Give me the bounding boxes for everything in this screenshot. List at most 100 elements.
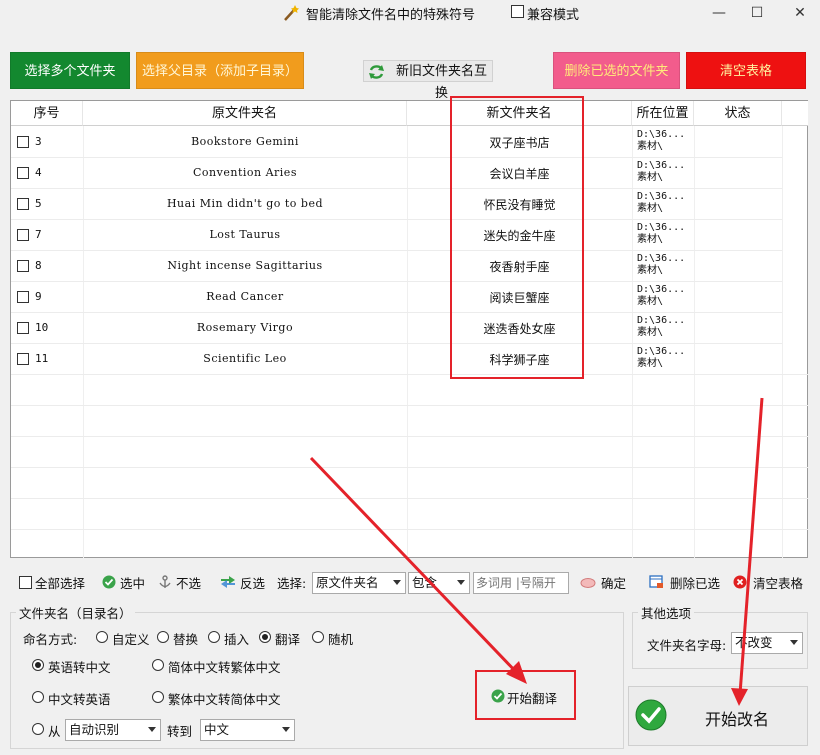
letter-case-value: 不改变 [735, 635, 773, 650]
en-to-zh-label: 英语转中文 [48, 660, 111, 675]
keyword-input[interactable] [473, 572, 569, 594]
row-status [694, 158, 782, 189]
row-status [694, 220, 782, 251]
row-location-line1: D:\36... [637, 160, 686, 171]
grid-line [11, 498, 808, 499]
compat-mode-checkbox[interactable] [511, 5, 524, 18]
chevron-down-icon [393, 580, 401, 585]
row-location: D:\36... 素材\ [637, 222, 685, 246]
mode-random-radio[interactable] [312, 631, 324, 643]
clear-table-button[interactable]: 清空表格 [686, 52, 806, 89]
row-location-line2: 素材\ [637, 265, 664, 276]
row-location-line2: 素材\ [637, 358, 664, 369]
to-label: 转到 [167, 724, 193, 739]
clear-table-bottom-button[interactable]: 清空表格 [753, 573, 803, 592]
folder-table[interactable]: 序号 原文件夹名 新文件夹名 所在位置 状态 3 Bookstore Gemini… [10, 100, 808, 558]
field-select-value: 原文件夹名 [316, 575, 379, 590]
deselect-button[interactable]: 不选 [176, 573, 201, 592]
row-checkbox[interactable] [17, 322, 29, 334]
row-location: D:\36... 素材\ [637, 315, 685, 339]
field-select[interactable]: 原文件夹名 [312, 572, 406, 594]
table-row[interactable]: 5 Huai Min didn't go to bed 怀民没有睡觉 D:\36...… [11, 189, 782, 220]
mode-replace-radio[interactable] [157, 631, 169, 643]
row-status [694, 313, 782, 344]
mode-translate-label: 翻译 [275, 632, 301, 647]
delete-selected-button[interactable]: 删除已选 [670, 573, 720, 592]
row-checkbox[interactable] [17, 136, 29, 148]
invert-button[interactable]: 反选 [240, 573, 265, 592]
maximize-button[interactable]: ☐ [742, 2, 772, 24]
row-location-line1: D:\36... [637, 284, 686, 295]
table-row[interactable]: 3 Bookstore Gemini 双子座书店 D:\36... 素材\ [11, 127, 782, 158]
table-row[interactable]: 10 Rosemary Virgo 迷迭香处女座 D:\36... 素材\ [11, 313, 782, 344]
letter-case-select[interactable]: 不改变 [731, 632, 803, 654]
close-button[interactable]: ✕ [785, 2, 815, 24]
chevron-down-icon [790, 640, 798, 645]
row-index: 8 [35, 259, 42, 272]
mode-insert-radio[interactable] [208, 631, 220, 643]
row-status [694, 282, 782, 313]
row-checkbox[interactable] [17, 198, 29, 210]
row-location-line1: D:\36... [637, 346, 686, 357]
naming-group-title: 文件夹名（目录名） [16, 603, 135, 622]
row-index: 7 [35, 228, 42, 241]
delete-selected-folders-button[interactable]: 删除已选的文件夹 [553, 52, 680, 89]
start-translate-button[interactable]: 开始翻译 [486, 684, 566, 708]
chevron-down-icon [282, 727, 290, 732]
row-index: 4 [35, 166, 42, 179]
col-header-status[interactable]: 状态 [694, 101, 782, 126]
table-row[interactable]: 4 Convention Aries 会议白羊座 D:\36... 素材\ [11, 158, 782, 189]
start-rename-button[interactable]: 开始改名 [628, 686, 808, 746]
en-to-zh-radio[interactable] [32, 659, 44, 671]
mode-random-label: 随机 [328, 632, 354, 647]
table-row[interactable]: 8 Night incense Sagittarius 夜香射手座 D:\36... 素… [11, 251, 782, 282]
row-checkbox[interactable] [17, 291, 29, 303]
mode-translate-radio[interactable] [259, 631, 271, 643]
mode-custom-radio[interactable] [96, 631, 108, 643]
row-checkbox[interactable] [17, 353, 29, 365]
chevron-down-icon [457, 580, 465, 585]
row-location-line1: D:\36... [637, 253, 686, 264]
col-header-original-name[interactable]: 原文件夹名 [83, 101, 407, 126]
swap-names-button[interactable]: 新旧文件夹名互换 [363, 60, 493, 101]
row-location: D:\36... 素材\ [637, 284, 685, 308]
chevron-down-icon [148, 727, 156, 732]
col-header-filler [782, 101, 808, 126]
table-row[interactable]: 11 Scientific Leo 科学狮子座 D:\36... 素材\ [11, 344, 782, 375]
row-checkbox[interactable] [17, 167, 29, 179]
col-header-index[interactable]: 序号 [11, 101, 83, 126]
row-location-line1: D:\36... [637, 191, 686, 202]
to-language-value: 中文 [204, 722, 230, 737]
confirm-button[interactable]: 确定 [601, 573, 626, 592]
table-row[interactable]: 9 Read Cancer 阅读巨蟹座 D:\36... 素材\ [11, 282, 782, 313]
mode-custom-label: 自定义 [112, 632, 150, 647]
match-select[interactable]: 包含 [408, 572, 470, 594]
minimize-button[interactable]: — [704, 2, 734, 24]
row-checkbox[interactable] [17, 229, 29, 241]
row-index: 9 [35, 290, 42, 303]
row-original-name: Rosemary Virgo [196, 321, 294, 334]
to-language-select[interactable]: 中文 [200, 719, 295, 741]
from-language-select[interactable]: 自动识别 [65, 719, 161, 741]
select-all-checkbox[interactable] [19, 576, 32, 589]
col-header-location[interactable]: 所在位置 [632, 101, 694, 126]
select-multiple-folders-button[interactable]: 选择多个文件夹 [10, 52, 130, 89]
select-button[interactable]: 选中 [120, 573, 145, 592]
select-parent-directory-button[interactable]: 选择父目录（添加子目录） [136, 52, 304, 89]
trad-to-simp-radio[interactable] [152, 691, 164, 703]
from-language-value: 自动识别 [69, 722, 120, 737]
delete-list-icon [649, 575, 663, 588]
zh-to-en-label: 中文转英语 [48, 692, 111, 707]
new-name-highlight [450, 96, 584, 379]
zh-to-en-radio[interactable] [32, 691, 44, 703]
row-original-name: Lost Taurus [209, 228, 281, 241]
row-location: D:\36... 素材\ [637, 191, 685, 215]
row-location-line2: 素材\ [637, 296, 664, 307]
custom-lang-radio[interactable] [32, 723, 44, 735]
simp-to-trad-radio[interactable] [152, 659, 164, 671]
table-row[interactable]: 7 Lost Taurus 迷失的金牛座 D:\36... 素材\ [11, 220, 782, 251]
row-checkbox[interactable] [17, 260, 29, 272]
from-label: 从 [48, 724, 61, 739]
row-index: 10 [35, 321, 49, 334]
grid-line [11, 529, 808, 530]
